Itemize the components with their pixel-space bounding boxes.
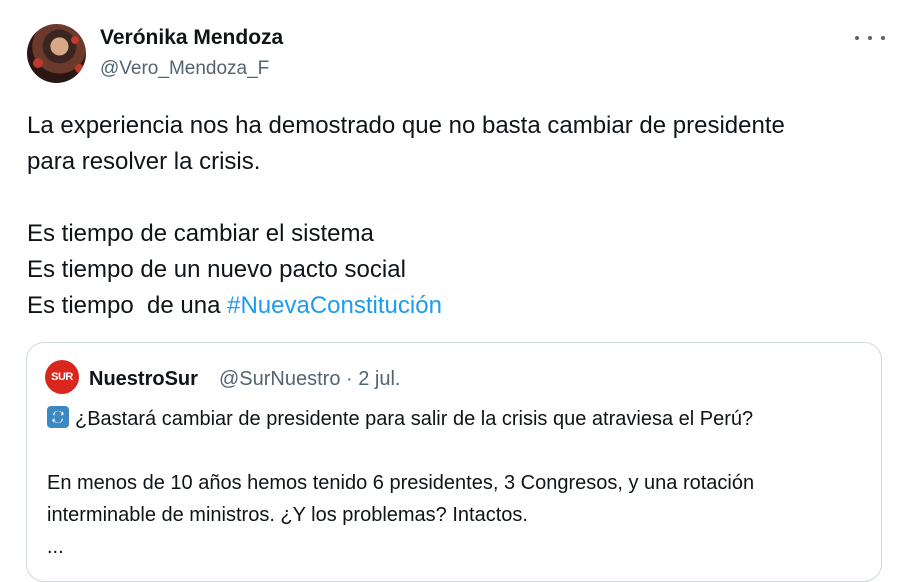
hashtag-link[interactable]: #NuevaConstitución	[227, 292, 442, 319]
author-name[interactable]: Verónika Mendoza	[100, 26, 283, 50]
quoted-line: En menos de 10 años hemos tenido 6 presi…	[47, 472, 755, 494]
repeat-icon	[47, 406, 69, 428]
quoted-spacer	[47, 435, 877, 467]
quoted-line: ...	[47, 536, 64, 558]
author-avatar[interactable]	[27, 24, 86, 83]
tweet-header: Verónika Mendoza @Vero_Mendoza_F	[25, 22, 885, 84]
quoted-line: ¿Bastará cambiar de presidente para sali…	[47, 403, 877, 435]
quoted-line: interminable de ministros. ¿Y los proble…	[47, 504, 528, 526]
tweet-line-text: Es tiempo de una	[27, 292, 228, 319]
more-options-icon[interactable]	[855, 28, 885, 48]
tweet-line	[27, 180, 887, 216]
tweet-line: para resolver la crisis.	[27, 148, 261, 175]
nuestrosur-logo: SUR	[45, 360, 79, 394]
tweet-line: Es tiempo de una #NuevaConstitución	[27, 288, 887, 324]
quoted-author-name: NuestroSur	[89, 368, 198, 390]
author-handle[interactable]: @Vero_Mendoza_F	[100, 58, 269, 80]
tweet-text: La experiencia nos ha demostrado que no …	[27, 108, 887, 324]
quoted-tweet[interactable]: SUR NuestroSur @SurNuestro · 2 jul. ¿Bas…	[26, 342, 882, 582]
tweet-line: Es tiempo de un nuevo pacto social	[27, 256, 406, 283]
quoted-text: ¿Bastará cambiar de presidente para sali…	[47, 403, 877, 563]
quoted-handle-time: @SurNuestro · 2 jul.	[219, 368, 401, 390]
tweet-line: Es tiempo de cambiar el sistema	[27, 220, 374, 247]
quoted-line-text: ¿Bastará cambiar de presidente para sali…	[75, 408, 754, 430]
tweet-line: La experiencia nos ha demostrado que no …	[27, 112, 785, 139]
